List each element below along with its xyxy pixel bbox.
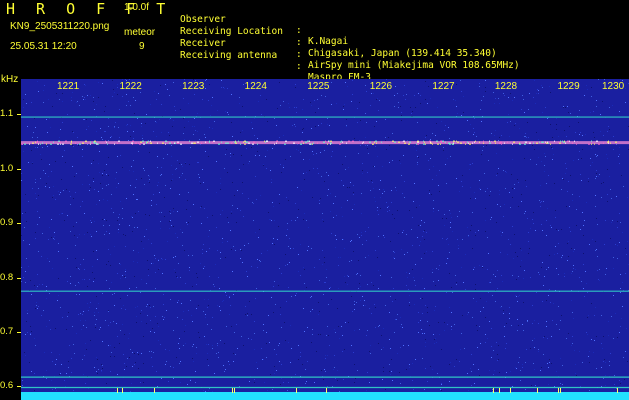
y-tick-mark bbox=[17, 386, 21, 388]
info-row-receiver: Receiver : AirSpy mini (Miakejima VOR 10… bbox=[180, 27, 520, 71]
app-version: 1.0.0f bbox=[124, 2, 150, 13]
y-tick-label: 0.8 bbox=[0, 271, 14, 283]
baseline-band bbox=[21, 392, 629, 400]
spectrogram-plot bbox=[21, 79, 629, 400]
y-tick-mark bbox=[17, 114, 21, 116]
y-axis bbox=[0, 72, 21, 400]
info-value: K.Nagai bbox=[308, 36, 349, 47]
x-tick-label: 1228 bbox=[493, 81, 519, 92]
x-tick-label: 1223 bbox=[181, 81, 206, 92]
timestamp: 25.05.31 12:20 bbox=[10, 41, 77, 52]
info-separator: : bbox=[296, 61, 302, 72]
y-axis-unit: kHz bbox=[1, 74, 19, 85]
info-value: AirSpy mini (Miakejima VOR 108.65MHz) bbox=[308, 60, 520, 71]
y-tick-mark bbox=[17, 223, 21, 225]
y-tick-label: 1.1 bbox=[0, 108, 14, 120]
info-separator: : bbox=[296, 25, 302, 36]
info-key: Receiving antenna bbox=[180, 50, 278, 61]
y-tick-mark bbox=[17, 168, 21, 170]
info-value: Chigasaki, Japan (139.414 35.340) bbox=[308, 48, 497, 59]
y-tick-label: 0.9 bbox=[0, 217, 14, 229]
x-tick-label: 1225 bbox=[306, 81, 331, 92]
y-tick-label: 0.6 bbox=[0, 380, 14, 392]
info-row-observer: Observer : K.Nagai bbox=[180, 3, 348, 47]
x-tick-label: 1230 bbox=[601, 81, 626, 92]
y-tick-label: 1.0 bbox=[0, 162, 14, 174]
spectrogram-background bbox=[21, 79, 629, 400]
info-row-antenna: Receiving antenna : Maspro FM-3 bbox=[180, 39, 371, 83]
info-row-location: Receiving Location : Chigasaki, Japan (1… bbox=[180, 15, 497, 59]
x-tick-label: 1227 bbox=[431, 81, 456, 92]
meteor-count: 9 bbox=[139, 41, 145, 52]
y-tick-mark bbox=[17, 277, 21, 279]
x-tick-label: 1222 bbox=[118, 81, 143, 92]
x-tick-label: 1224 bbox=[243, 81, 268, 92]
info-separator: : bbox=[296, 37, 302, 48]
x-tick-label: 1221 bbox=[56, 81, 81, 92]
y-tick-mark bbox=[17, 331, 21, 333]
file-name: KN9_2505311220.png bbox=[10, 21, 110, 32]
meteor-label: meteor bbox=[124, 27, 156, 38]
x-tick-label: 1226 bbox=[368, 81, 394, 92]
info-separator: : bbox=[296, 49, 302, 60]
y-tick-label: 0.7 bbox=[0, 325, 14, 337]
hrofft-window: H R O F F T 1.0.0f KN9_2505311220.png 25… bbox=[0, 0, 629, 400]
x-tick-label: 1229 bbox=[556, 81, 581, 92]
